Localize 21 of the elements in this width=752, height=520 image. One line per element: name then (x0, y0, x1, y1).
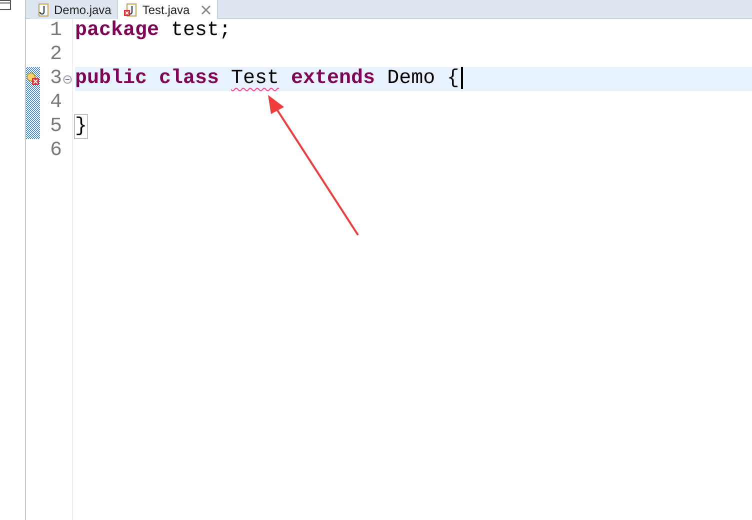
closing-brace: } (75, 115, 88, 138)
window-icon[interactable] (0, 0, 11, 10)
line-number: 3 (48, 66, 62, 92)
error-marker-icon[interactable] (26, 72, 40, 86)
line-number: 1 (48, 18, 62, 44)
editor-tab[interactable]: Demo.java (30, 0, 118, 19)
code-token: test; (171, 19, 232, 42)
line-number: 4 (48, 90, 62, 116)
collapse-icon[interactable] (63, 74, 72, 84)
close-icon[interactable] (201, 4, 212, 14)
line-number: 5 (48, 114, 62, 140)
editor-tab[interactable]: Test.java (118, 0, 218, 19)
keyword: public (75, 67, 148, 90)
keyword: extends (291, 67, 376, 90)
line-number: 6 (48, 138, 62, 164)
keyword: class (159, 67, 220, 90)
line-number: 2 (48, 42, 62, 68)
code-token: { (447, 67, 460, 90)
code-token: Demo (387, 67, 436, 90)
error-token: Test (231, 67, 280, 90)
keyword: package (75, 19, 160, 42)
